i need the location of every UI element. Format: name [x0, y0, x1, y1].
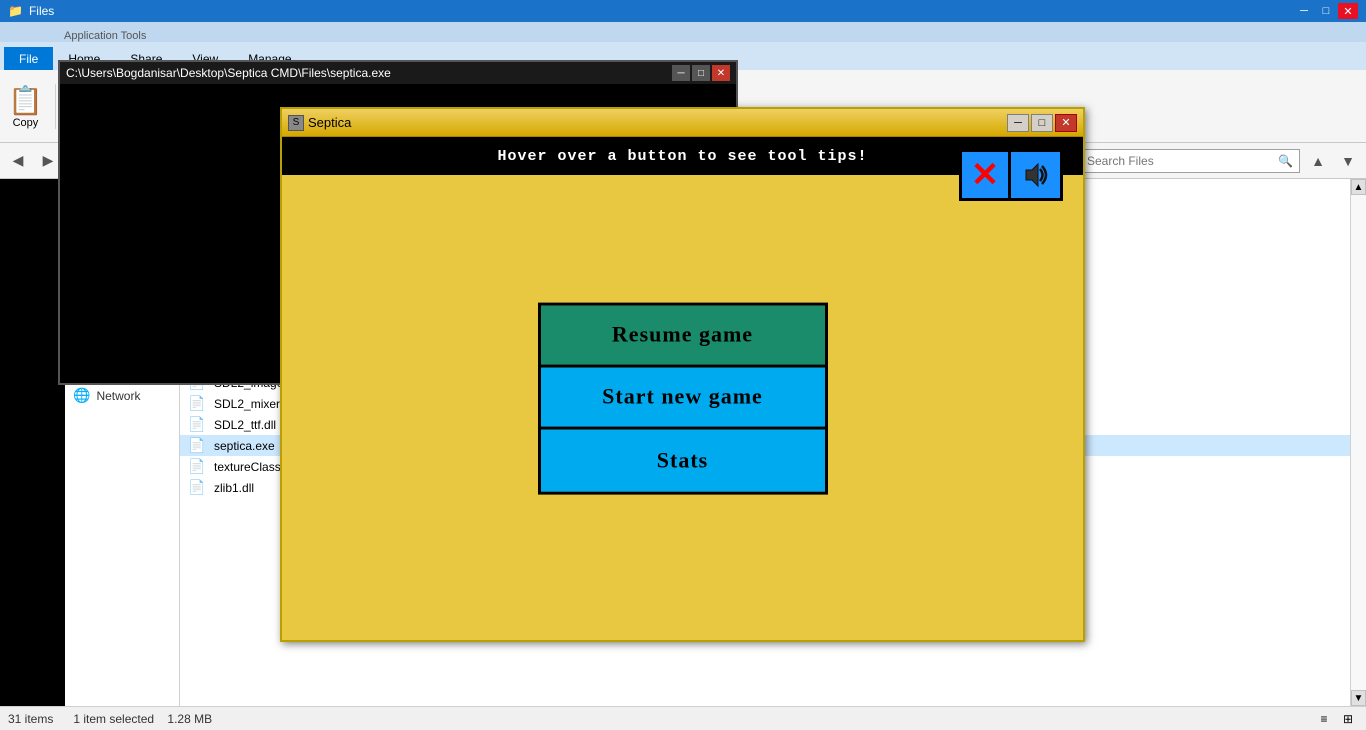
copy-label: Copy: [13, 117, 39, 129]
game-title-text: Septica: [308, 115, 351, 130]
close-button[interactable]: ✕: [1338, 3, 1358, 19]
maximize-button[interactable]: □: [1316, 3, 1336, 19]
title-bar: 📁 Files ─ □ ✕: [0, 0, 1366, 22]
app-tools-label: Application Tools: [64, 30, 146, 42]
cmd-maximize[interactable]: □: [692, 65, 710, 81]
forward-button[interactable]: ▶: [36, 149, 60, 173]
start-new-game-button[interactable]: Start new game: [541, 367, 825, 429]
scroll-track: [1351, 195, 1366, 690]
resume-game-button[interactable]: Resume game: [541, 305, 825, 367]
sidebar-label-network: Network: [96, 389, 140, 403]
cmd-title-text: C:\Users\Bogdanisar\Desktop\Septica CMD\…: [66, 66, 391, 80]
scroll-down-arrow[interactable]: ▼: [1351, 690, 1366, 706]
game-window-icon: S: [288, 115, 304, 131]
left-black-panel: [0, 179, 65, 706]
search-icon: 🔍: [1278, 154, 1293, 168]
game-window: S Septica ─ □ ✕ ✕: [280, 107, 1085, 642]
back-button[interactable]: ◀: [6, 149, 30, 173]
search-input[interactable]: [1087, 154, 1274, 168]
game-menu: Resume game Start new game Stats: [538, 302, 828, 494]
scroll-up-arrow[interactable]: ▲: [1351, 179, 1366, 195]
game-title-bar: S Septica ─ □ ✕: [282, 109, 1083, 137]
details-view-button[interactable]: ≡: [1314, 710, 1334, 728]
game-content: ✕ Resume game Start new game Stats Hove: [282, 137, 1083, 640]
game-title-left: S Septica: [288, 115, 351, 131]
minimize-button[interactable]: ─: [1294, 3, 1314, 19]
speaker-icon: [1018, 157, 1054, 193]
cmd-title-bar: C:\Users\Bogdanisar\Desktop\Septica CMD\…: [60, 62, 736, 84]
right-scrollbar[interactable]: ▲ ▼: [1350, 179, 1366, 706]
file-icon: 📄: [188, 479, 206, 496]
window-title: Files: [29, 4, 54, 18]
title-bar-controls: ─ □ ✕: [1294, 3, 1358, 19]
title-bar-left: 📁 Files: [8, 4, 54, 18]
cmd-minimize[interactable]: ─: [672, 65, 690, 81]
network-icon: 🌐: [73, 387, 90, 404]
folder-icon: 📁: [8, 4, 23, 18]
status-bar: 31 items 1 item selected 1.28 MB ≡ ⊞: [0, 706, 1366, 730]
game-title-controls: ─ □ ✕: [1007, 114, 1077, 132]
file-icon: 📄: [188, 395, 206, 412]
tab-file[interactable]: File: [4, 47, 53, 70]
item-count: 31 items: [8, 712, 53, 726]
stats-button[interactable]: Stats: [541, 429, 825, 491]
x-icon: ✕: [971, 158, 1000, 192]
exe-icon: 📄: [188, 437, 206, 454]
mute-button[interactable]: ✕: [959, 149, 1011, 201]
sound-button[interactable]: [1011, 149, 1063, 201]
sidebar-item-network[interactable]: 🌐 Network: [65, 384, 179, 407]
search-box: 🔍: [1080, 149, 1300, 173]
scroll-up-button[interactable]: ▲: [1306, 149, 1330, 173]
game-icons: ✕: [959, 149, 1063, 201]
selected-info: 1 item selected 1.28 MB: [73, 712, 212, 726]
game-maximize-button[interactable]: □: [1031, 114, 1053, 132]
scroll-down-button[interactable]: ▼: [1336, 149, 1360, 173]
game-close-button[interactable]: ✕: [1055, 114, 1077, 132]
cmd-close[interactable]: ✕: [712, 65, 730, 81]
game-minimize-button[interactable]: ─: [1007, 114, 1029, 132]
view-controls: ≡ ⊞: [1314, 710, 1358, 728]
cmd-controls: ─ □ ✕: [672, 65, 730, 81]
tiles-view-button[interactable]: ⊞: [1338, 710, 1358, 728]
game-tooltip-text: Hover over a button to see tool tips!: [497, 148, 867, 165]
cpp-icon2: 📄: [188, 458, 206, 475]
file-icon: 📄: [188, 416, 206, 433]
copy-icon: 📋: [8, 84, 43, 117]
